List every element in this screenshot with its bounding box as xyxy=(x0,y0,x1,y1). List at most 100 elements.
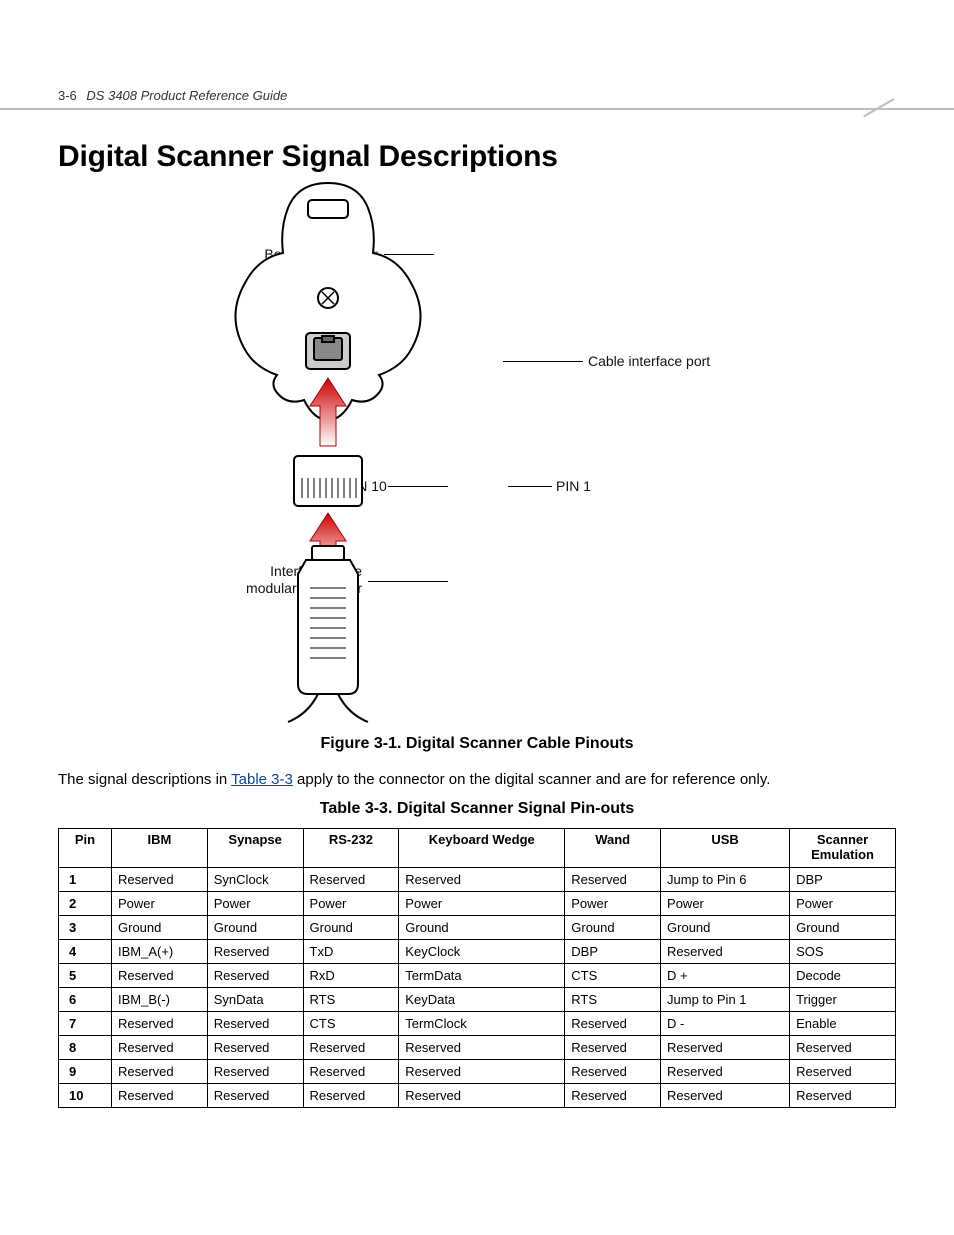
cell-kbw: Reserved xyxy=(399,1083,565,1107)
header-rule xyxy=(0,108,954,110)
cell-ibm: Power xyxy=(112,891,208,915)
cell-kbw: Reserved xyxy=(399,867,565,891)
table-row: 6IBM_B(-)SynDataRTSKeyDataRTSJump to Pin… xyxy=(59,987,896,1011)
cell-synapse: SynClock xyxy=(207,867,303,891)
cell-wand: Power xyxy=(565,891,661,915)
cell-ibm: Ground xyxy=(112,915,208,939)
callout-cable-interface-port: Cable interface port xyxy=(588,353,710,369)
table-row: 1ReservedSynClockReservedReservedReserve… xyxy=(59,867,896,891)
col-keyboard-wedge: Keyboard Wedge xyxy=(399,829,565,868)
cell-usb: Reserved xyxy=(661,1035,790,1059)
cell-pin: 3 xyxy=(59,915,112,939)
cell-wand: Reserved xyxy=(565,1011,661,1035)
cell-rs232: Ground xyxy=(303,915,399,939)
col-scanner-emu-l2: Emulation xyxy=(811,847,874,862)
cell-kbw: KeyData xyxy=(399,987,565,1011)
cell-se: Reserved xyxy=(790,1083,896,1107)
cell-synapse: Reserved xyxy=(207,1059,303,1083)
pinout-table: Pin IBM Synapse RS-232 Keyboard Wedge Wa… xyxy=(58,828,896,1108)
cell-kbw: TermData xyxy=(399,963,565,987)
cell-synapse: Ground xyxy=(207,915,303,939)
cell-wand: RTS xyxy=(565,987,661,1011)
body-paragraph: The signal descriptions in Table 3-3 app… xyxy=(58,771,896,788)
cell-se: Reserved xyxy=(790,1035,896,1059)
col-scanner-emu-l1: Scanner xyxy=(817,832,868,847)
cell-rs232: Reserved xyxy=(303,1035,399,1059)
cell-wand: Reserved xyxy=(565,1035,661,1059)
col-scanner-emulation: Scanner Emulation xyxy=(790,829,896,868)
page-number: 3-6 xyxy=(58,88,77,103)
cell-rs232: Power xyxy=(303,891,399,915)
callout-line xyxy=(508,486,552,487)
cell-pin: 9 xyxy=(59,1059,112,1083)
table-row: 5ReservedReservedRxDTermDataCTSD +Decode xyxy=(59,963,896,987)
scanner-diagram-icon xyxy=(188,178,468,738)
cell-rs232: Reserved xyxy=(303,1083,399,1107)
cell-se: Ground xyxy=(790,915,896,939)
cell-wand: DBP xyxy=(565,939,661,963)
page: 3-6 DS 3408 Product Reference Guide Digi… xyxy=(0,0,954,1235)
figure-caption: Figure 3-1. Digital Scanner Cable Pinout… xyxy=(58,735,896,753)
cell-usb: Jump to Pin 1 xyxy=(661,987,790,1011)
cell-usb: Reserved xyxy=(661,1083,790,1107)
cell-synapse: SynData xyxy=(207,987,303,1011)
cell-wand: Ground xyxy=(565,915,661,939)
cell-ibm: Reserved xyxy=(112,1083,208,1107)
col-rs232: RS-232 xyxy=(303,829,399,868)
col-wand: Wand xyxy=(565,829,661,868)
table-row: 8ReservedReservedReservedReservedReserve… xyxy=(59,1035,896,1059)
cell-usb: Ground xyxy=(661,915,790,939)
cell-pin: 1 xyxy=(59,867,112,891)
cell-ibm: IBM_B(-) xyxy=(112,987,208,1011)
col-ibm: IBM xyxy=(112,829,208,868)
cell-se: SOS xyxy=(790,939,896,963)
cell-ibm: Reserved xyxy=(112,963,208,987)
col-synapse: Synapse xyxy=(207,829,303,868)
cell-rs232: RxD xyxy=(303,963,399,987)
cell-synapse: Reserved xyxy=(207,963,303,987)
cell-kbw: Reserved xyxy=(399,1035,565,1059)
cell-ibm: Reserved xyxy=(112,1011,208,1035)
cell-se: Reserved xyxy=(790,1059,896,1083)
cell-rs232: Reserved xyxy=(303,1059,399,1083)
cell-synapse: Power xyxy=(207,891,303,915)
cell-ibm: Reserved xyxy=(112,1035,208,1059)
cell-kbw: Reserved xyxy=(399,1059,565,1083)
col-pin: Pin xyxy=(59,829,112,868)
cell-rs232: Reserved xyxy=(303,867,399,891)
cell-ibm: IBM_A(+) xyxy=(112,939,208,963)
cell-kbw: KeyClock xyxy=(399,939,565,963)
col-usb: USB xyxy=(661,829,790,868)
cell-se: Power xyxy=(790,891,896,915)
cell-synapse: Reserved xyxy=(207,1011,303,1035)
table-header-row: Pin IBM Synapse RS-232 Keyboard Wedge Wa… xyxy=(59,829,896,868)
cell-pin: 6 xyxy=(59,987,112,1011)
cell-se: DBP xyxy=(790,867,896,891)
cell-ibm: Reserved xyxy=(112,1059,208,1083)
table-row: 10ReservedReservedReservedReservedReserv… xyxy=(59,1083,896,1107)
cell-ibm: Reserved xyxy=(112,867,208,891)
cell-wand: Reserved xyxy=(565,867,661,891)
cell-se: Decode xyxy=(790,963,896,987)
cell-pin: 8 xyxy=(59,1035,112,1059)
cell-pin: 10 xyxy=(59,1083,112,1107)
callout-line xyxy=(503,361,583,362)
figure-3-1: Bottom of scanner Cable interface port P… xyxy=(58,178,896,753)
table-3-3-link[interactable]: Table 3-3 xyxy=(231,771,293,788)
table-row: 7ReservedReservedCTSTermClockReservedD -… xyxy=(59,1011,896,1035)
cell-pin: 2 xyxy=(59,891,112,915)
cell-rs232: TxD xyxy=(303,939,399,963)
cell-synapse: Reserved xyxy=(207,939,303,963)
cell-wand: CTS xyxy=(565,963,661,987)
table-caption: Table 3-3. Digital Scanner Signal Pin-ou… xyxy=(58,800,896,818)
cell-pin: 5 xyxy=(59,963,112,987)
cell-wand: Reserved xyxy=(565,1059,661,1083)
table-row: 4IBM_A(+)ReservedTxDKeyClockDBPReservedS… xyxy=(59,939,896,963)
cell-usb: D + xyxy=(661,963,790,987)
cell-usb: Reserved xyxy=(661,939,790,963)
cell-usb: D - xyxy=(661,1011,790,1035)
cell-synapse: Reserved xyxy=(207,1035,303,1059)
table-row: 9ReservedReservedReservedReservedReserve… xyxy=(59,1059,896,1083)
cell-rs232: RTS xyxy=(303,987,399,1011)
doc-title: DS 3408 Product Reference Guide xyxy=(86,88,287,103)
